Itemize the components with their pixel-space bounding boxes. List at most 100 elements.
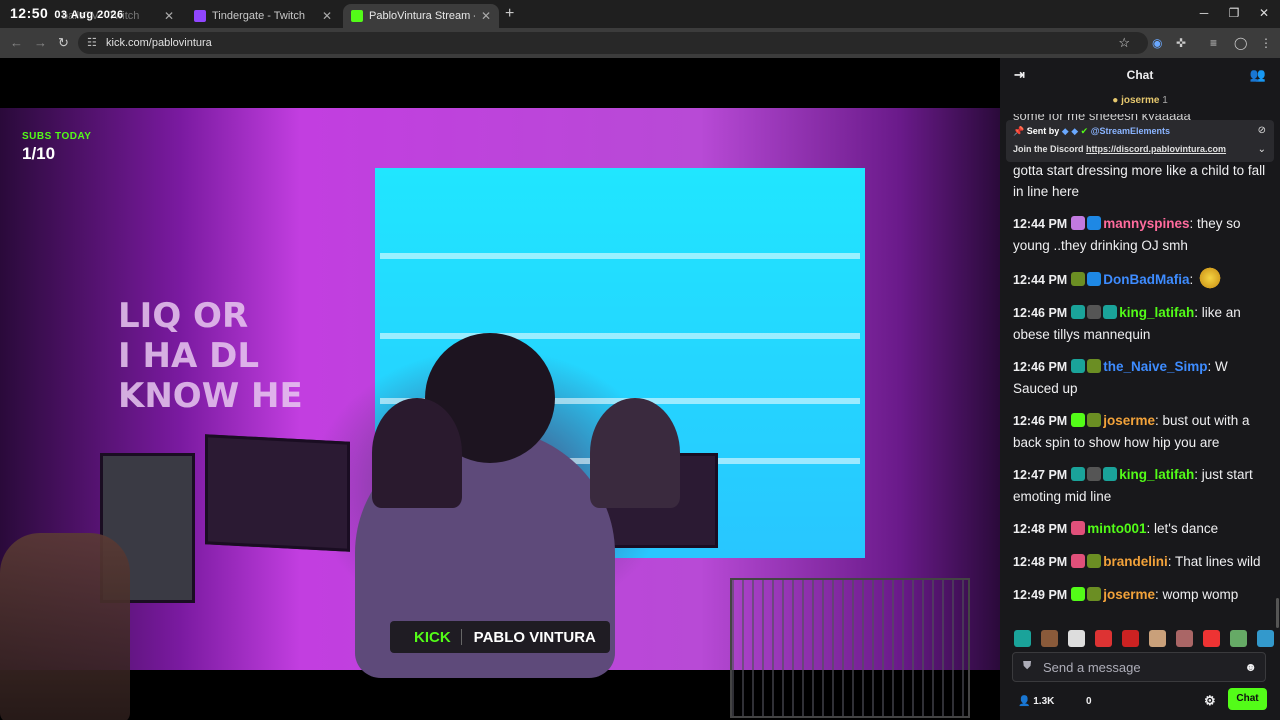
discord-link[interactable]: https://discord.pablovintura.com [1086, 144, 1226, 154]
chat-message: 12:46 PM the_Naive_Simp: W Sauced up [1013, 356, 1275, 399]
emote-icon[interactable] [1041, 630, 1058, 647]
gear-icon[interactable]: ⚙ [1204, 693, 1216, 709]
pin-icon: 📌 [1013, 126, 1025, 136]
user-badge-icon [1071, 554, 1086, 568]
chat-username[interactable]: minto001 [1087, 521, 1146, 536]
chat-users-icon[interactable]: 👥 [1250, 67, 1266, 83]
cashier-figure [590, 398, 680, 508]
expand-chevron-icon[interactable]: ⌄ [1258, 144, 1266, 155]
pinned-message: 📌 Sent by ◆ ◆ ✔ @StreamElements Join the… [1006, 120, 1274, 162]
back-icon[interactable]: ← [10, 35, 23, 50]
browser-tab-bar: ballsTV · Twitch ✕ Tindergate - Twitch ✕… [0, 0, 1280, 28]
chat-header: ⇥ Chat 👥 [1000, 58, 1280, 92]
message-timestamp: 12:46 PM [1013, 360, 1068, 374]
emote-icon[interactable] [1149, 630, 1166, 647]
streamer-name-overlay: KICK PABLO VINTURA [390, 621, 610, 653]
message-timestamp: 12:49 PM [1013, 588, 1068, 602]
tab-close-icon[interactable]: ✕ [481, 9, 491, 23]
chat-input-placeholder: Send a message [1043, 660, 1141, 675]
chat-username[interactable]: king_latifah [1119, 467, 1194, 482]
username-separator: : [1207, 359, 1216, 374]
unpin-icon[interactable]: ⊘ [1258, 125, 1266, 136]
tab-2[interactable]: Tindergate - Twitch ✕ [186, 4, 340, 28]
kiosk-screen [205, 434, 350, 552]
emote-icon[interactable] [1176, 630, 1193, 647]
tab-3-active[interactable]: PabloVintura Stream - Watch ✕ [343, 4, 499, 28]
message-text: That lines wild [1174, 554, 1261, 569]
chat-emote-icon [1196, 267, 1223, 289]
username-separator: : [1167, 554, 1175, 569]
chat-username[interactable]: the_Naive_Simp [1103, 359, 1207, 374]
emote-icon[interactable] [1095, 630, 1112, 647]
kick-favicon-icon [351, 10, 363, 22]
address-bar[interactable]: ☷ kick.com/pablovintura ☆ [78, 32, 1148, 54]
minimize-icon[interactable]: ─ [1194, 6, 1214, 20]
emote-icon[interactable] [1014, 630, 1031, 647]
kick-brand-text: KICK [414, 628, 451, 646]
video-player[interactable]: LIQ OR I HA DL KNOW HE SUBS TODAY 1/10 K… [0, 58, 1000, 720]
reload-icon[interactable]: ↻ [58, 35, 69, 51]
user-badge-icon [1103, 305, 1118, 319]
chat-panel: ⇥ Chat 👥 ● joserme 1 some for me sheeesh… [1000, 58, 1280, 720]
user-badge-icon [1087, 554, 1102, 568]
new-tab-plus-icon[interactable]: + [505, 5, 514, 23]
chat-username[interactable]: king_latifah [1119, 305, 1194, 320]
media-controls-icon[interactable]: ≡ [1210, 36, 1217, 50]
viewer-count-text: 1.3K [1033, 696, 1055, 707]
chat-scrollbar[interactable] [1276, 598, 1279, 628]
pinned-text: Join the Discord https://discord.pablovi… [1013, 144, 1226, 154]
forward-icon[interactable]: → [34, 35, 47, 50]
user-badge-icon [1087, 413, 1102, 427]
chat-message-list: gotta start dressing more like a child t… [1013, 160, 1275, 617]
verified-icon: ✔ [1080, 126, 1089, 136]
emote-icon[interactable] [1230, 630, 1247, 647]
close-window-icon[interactable]: ✕ [1254, 6, 1274, 20]
site-info-icon[interactable]: ☷ [87, 36, 97, 49]
pinned-sender: 📌 Sent by ◆ ◆ ✔ @StreamElements [1013, 126, 1170, 137]
chat-username[interactable]: brandelini [1103, 554, 1168, 569]
user-badge-icon [1087, 272, 1102, 286]
tab-close-icon[interactable]: ✕ [322, 9, 332, 23]
user-badge-icon [1071, 216, 1086, 230]
collapse-chat-icon[interactable]: ⇥ [1014, 67, 1025, 83]
chat-message: 12:44 PM mannyspines: they so young ..the… [1013, 213, 1275, 256]
chat-input[interactable]: ⛊ Send a message ☻ [1012, 652, 1266, 682]
emoji-picker-icon[interactable]: ☻ [1244, 660, 1257, 674]
emote-icon[interactable] [1203, 630, 1220, 647]
clock-date: 03 Aug 2026 [54, 9, 124, 21]
username-separator: : [1154, 587, 1163, 602]
send-chat-button[interactable]: Chat [1228, 688, 1267, 710]
chat-username[interactable]: joserme [1103, 413, 1155, 428]
pinned-sender-name[interactable]: @StreamElements [1091, 126, 1170, 136]
chat-message: gotta start dressing more like a child t… [1013, 160, 1275, 202]
restore-icon[interactable]: ❐ [1224, 6, 1244, 20]
subs-today-label: SUBS TODAY [22, 131, 92, 142]
chat-username[interactable]: mannyspines [1103, 216, 1189, 231]
user-badge-icon [1071, 305, 1086, 319]
viewers-icon: 👤 [1018, 696, 1031, 707]
chat-username[interactable]: DonBadMafia [1103, 272, 1189, 287]
chat-username[interactable]: joserme [1103, 587, 1155, 602]
menu-kebab-icon[interactable]: ⋮ [1260, 36, 1272, 50]
user-badge-icon [1087, 305, 1102, 319]
user-badge-icon [1087, 587, 1102, 601]
top-chatter-badge: ● joserme 1 [1000, 95, 1280, 106]
chat-title: Chat [1126, 68, 1154, 82]
chat-message: 12:48 PM minto001: let's dance [1013, 518, 1275, 540]
emote-icon[interactable] [1257, 630, 1274, 647]
tab-title: Tindergate - Twitch [212, 10, 305, 22]
message-text: let's dance [1154, 521, 1219, 536]
points-count: 0 [1086, 696, 1092, 707]
username-separator: : [1194, 467, 1202, 482]
shelf [380, 253, 860, 259]
emote-icon[interactable] [1068, 630, 1085, 647]
extension-icon[interactable]: ◉ [1152, 36, 1162, 50]
chat-message: 12:46 PM king_latifah: like an obese till… [1013, 302, 1275, 345]
chat-footer: 👤 1.3K 0 ⚙ Chat [1000, 688, 1280, 718]
bookmark-star-icon[interactable]: ☆ [1118, 35, 1130, 51]
profile-icon[interactable]: ◯ [1234, 36, 1247, 50]
puzzle-extensions-icon[interactable]: ✜ [1176, 36, 1186, 50]
tab-close-icon[interactable]: ✕ [164, 9, 174, 23]
gaming-chair [0, 533, 130, 720]
emote-icon[interactable] [1122, 630, 1139, 647]
